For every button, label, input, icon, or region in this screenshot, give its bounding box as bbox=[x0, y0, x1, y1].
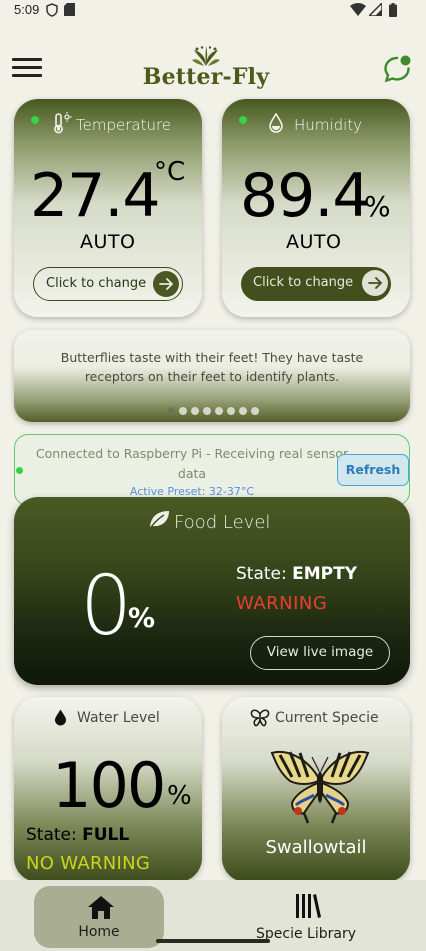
water-alert: NO WARNING bbox=[26, 853, 151, 874]
app-header: Better-Fly bbox=[0, 36, 426, 96]
pager-dot[interactable] bbox=[251, 407, 259, 415]
water-drop-icon bbox=[55, 709, 66, 726]
food-level-value: 0 bbox=[80, 559, 133, 654]
pager-dot[interactable] bbox=[215, 407, 223, 415]
water-level-unit: % bbox=[167, 781, 192, 811]
humidity-card[interactable]: Humidity 89.4 % AUTO Click to change bbox=[222, 99, 410, 317]
food-state-label: State: bbox=[236, 564, 293, 584]
swallowtail-butterfly-image bbox=[270, 751, 370, 824]
menu-icon-line bbox=[12, 74, 42, 77]
humidity-change-button[interactable]: Click to change bbox=[241, 267, 391, 301]
thermometer-icon bbox=[54, 112, 72, 134]
water-state: State: FULL bbox=[26, 825, 129, 845]
chat-icon bbox=[384, 55, 411, 83]
humidity-mode: AUTO bbox=[286, 231, 342, 253]
live-indicator bbox=[239, 116, 247, 124]
food-state: State: EMPTY bbox=[236, 564, 357, 584]
fact-text: Butterflies taste with their feet! They … bbox=[60, 350, 364, 384]
temperature-change-label: Click to change bbox=[46, 276, 147, 291]
connection-message: Connected to Raspberry Pi - Receiving re… bbox=[35, 446, 349, 481]
nav-home-label: Home bbox=[78, 924, 120, 940]
live-indicator bbox=[31, 116, 39, 124]
pager-dot[interactable] bbox=[239, 407, 247, 415]
pager-dot[interactable] bbox=[203, 407, 211, 415]
status-time: 5:09 bbox=[14, 2, 40, 17]
view-live-image-button[interactable]: View live image bbox=[250, 636, 390, 670]
refresh-button[interactable]: Refresh bbox=[337, 454, 409, 486]
food-state-value: EMPTY bbox=[292, 564, 358, 584]
current-specie-title: Current Specie bbox=[275, 710, 379, 726]
pager-dot[interactable] bbox=[191, 407, 199, 415]
connection-banner: Connected to Raspberry Pi - Receiving re… bbox=[14, 434, 410, 506]
chat-button[interactable] bbox=[382, 54, 412, 84]
home-icon bbox=[88, 896, 114, 919]
pager-dot[interactable] bbox=[167, 407, 175, 415]
food-alert: WARNING bbox=[236, 593, 328, 614]
humidity-change-label: Click to change bbox=[253, 275, 354, 290]
water-state-value: FULL bbox=[82, 825, 130, 845]
current-specie-card[interactable]: Current Specie Swallowtail bbox=[222, 697, 410, 882]
connection-indicator bbox=[16, 467, 23, 474]
water-level-card: Water Level 100 % State: FULL NO WARNING bbox=[14, 697, 202, 882]
nav-home[interactable]: Home bbox=[34, 880, 164, 951]
temperature-change-button[interactable]: Click to change bbox=[33, 267, 183, 301]
gesture-bar bbox=[156, 939, 270, 943]
menu-button[interactable] bbox=[12, 58, 42, 80]
pager-dot[interactable] bbox=[227, 407, 235, 415]
fact-pager bbox=[0, 400, 426, 415]
food-level-title: Food Level bbox=[174, 512, 271, 533]
menu-icon-line bbox=[12, 66, 42, 69]
library-icon bbox=[296, 894, 321, 918]
food-level-unit: % bbox=[128, 603, 156, 634]
current-specie-name: Swallowtail bbox=[265, 837, 367, 858]
humidity-value: 89.4 bbox=[240, 161, 371, 231]
water-level-value: 100 bbox=[52, 749, 166, 822]
temperature-unit: °C bbox=[154, 157, 186, 187]
status-bar: 5:09 bbox=[0, 0, 426, 22]
humidity-unit: % bbox=[364, 190, 391, 223]
plant-icon bbox=[192, 46, 220, 66]
app-name: Better-Fly bbox=[142, 64, 270, 90]
temperature-mode: AUTO bbox=[80, 231, 136, 253]
sd-card-icon bbox=[64, 3, 75, 16]
humidity-title: Humidity bbox=[294, 116, 363, 134]
leaf-icon bbox=[150, 511, 169, 528]
temperature-card[interactable]: Temperature 27.4 °C AUTO Click to change bbox=[14, 99, 202, 317]
food-level-card: Food Level 0 % State: EMPTY WARNING View… bbox=[14, 497, 410, 685]
wifi-icon bbox=[350, 3, 366, 16]
water-drop-icon bbox=[269, 113, 283, 133]
signal-icon bbox=[369, 3, 382, 16]
water-state-label: State: bbox=[26, 825, 83, 845]
water-level-title: Water Level bbox=[77, 710, 160, 726]
menu-icon-line bbox=[12, 58, 42, 61]
temperature-title: Temperature bbox=[76, 116, 172, 134]
butterfly-icon bbox=[250, 709, 270, 727]
arrow-right-icon bbox=[153, 271, 179, 297]
arrow-right-icon bbox=[362, 270, 388, 296]
pager-dot[interactable] bbox=[179, 407, 187, 415]
temperature-value: 27.4 bbox=[30, 161, 161, 231]
battery-icon bbox=[389, 3, 397, 17]
shield-icon bbox=[46, 3, 58, 17]
app-logo: Better-Fly bbox=[142, 44, 282, 92]
